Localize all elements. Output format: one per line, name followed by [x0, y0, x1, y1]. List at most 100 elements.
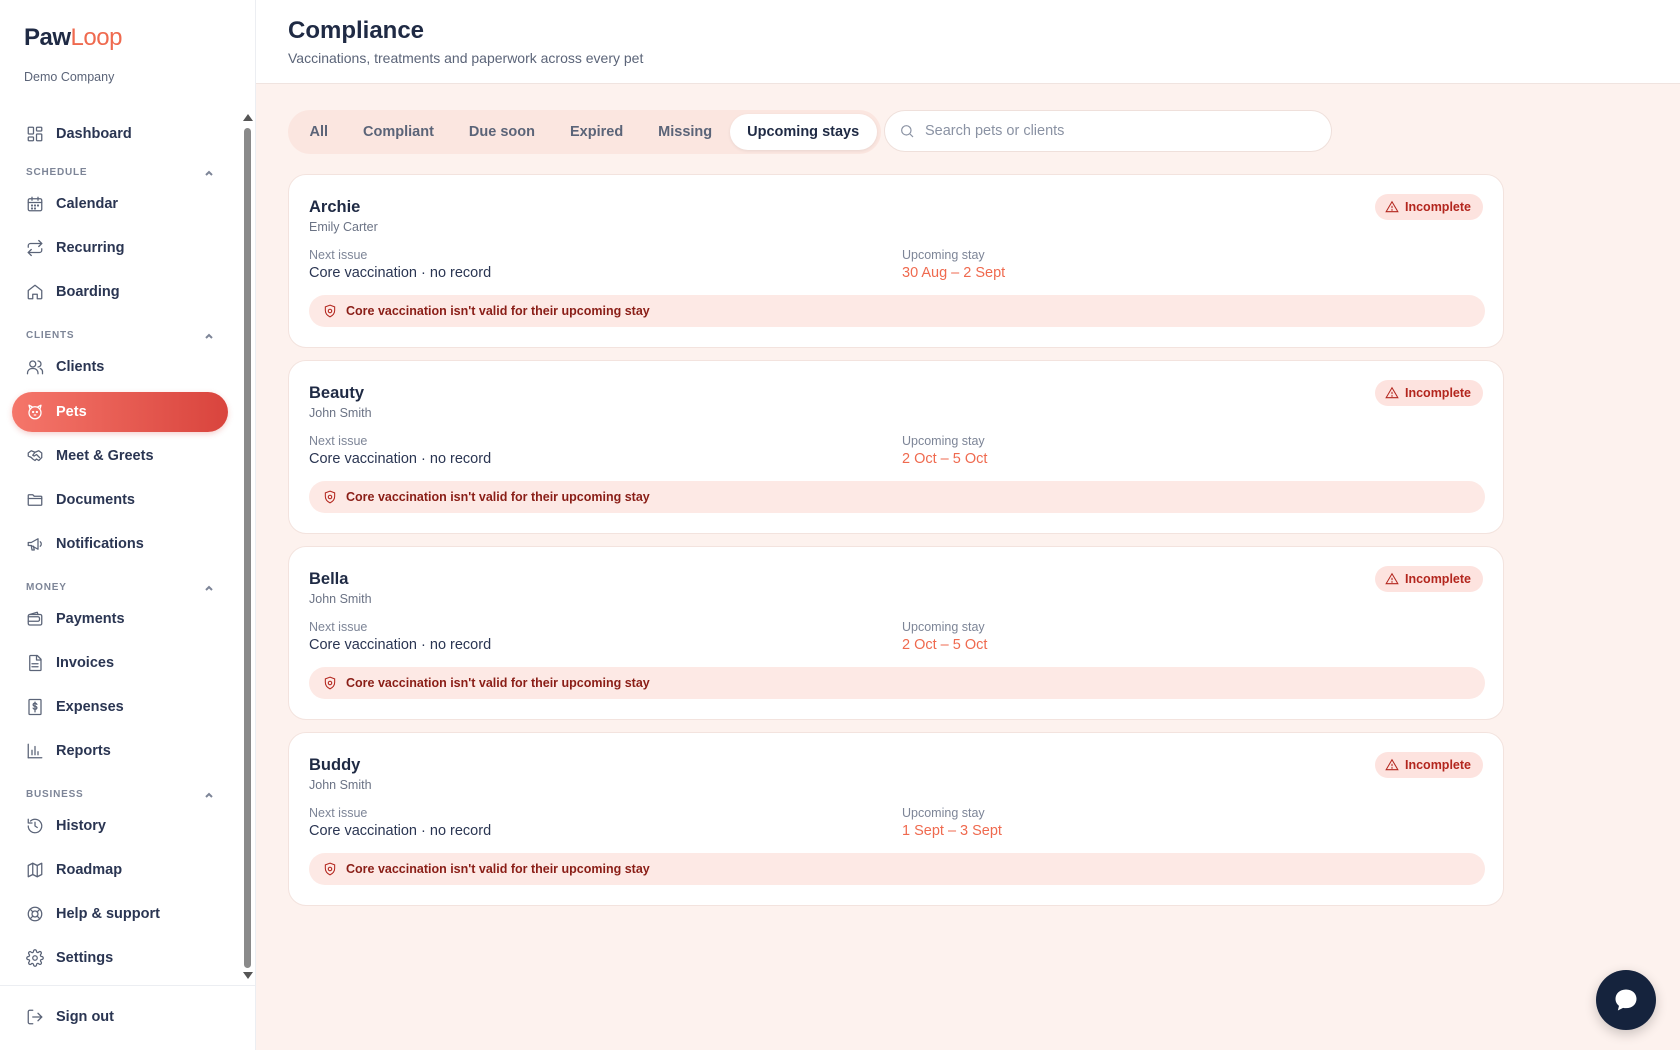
shield-icon	[324, 676, 336, 690]
warning-text: Core vaccination isn't valid for their u…	[346, 676, 650, 690]
sidebar-item-payments[interactable]: Payments	[12, 599, 228, 639]
tab-missing[interactable]: Missing	[641, 114, 730, 150]
chevron-up-icon	[204, 583, 214, 593]
warning-banner: Core vaccination isn't valid for their u…	[309, 853, 1485, 885]
sidebar-item-roadmap[interactable]: Roadmap	[12, 850, 228, 890]
sidebar-item-label: Roadmap	[56, 862, 123, 878]
upcoming-stay-value: 2 Oct – 5 Oct	[902, 451, 988, 467]
warning-text: Core vaccination isn't valid for their u…	[346, 304, 650, 318]
next-issue-label: Next issue	[309, 434, 368, 448]
shield-icon	[324, 862, 336, 876]
sidebar-item-notifications[interactable]: Notifications	[12, 524, 228, 564]
sidebar-scrollbar[interactable]	[243, 112, 253, 982]
pet-name[interactable]: Buddy	[309, 756, 360, 775]
megaphone-icon	[26, 535, 44, 553]
search-box[interactable]	[884, 110, 1332, 152]
sidebar-item-meet-greets[interactable]: Meet & Greets	[12, 436, 228, 476]
map-icon	[26, 861, 44, 879]
next-issue-label: Next issue	[309, 620, 368, 634]
warning-text: Core vaccination isn't valid for their u…	[346, 862, 650, 876]
compliance-card[interactable]: Beauty John Smith Incomplete Next issue …	[288, 360, 1504, 534]
sidebar-item-label: Help & support	[56, 906, 160, 922]
sidebar-item-calendar[interactable]: Calendar	[12, 184, 228, 224]
sidebar-item-dashboard[interactable]: Dashboard	[12, 114, 228, 154]
scroll-up-arrow-icon[interactable]	[243, 114, 253, 121]
status-badge: Incomplete	[1375, 566, 1483, 592]
logout-icon	[26, 1008, 44, 1026]
status-label: Incomplete	[1405, 386, 1471, 400]
sidebar-item-documents[interactable]: Documents	[12, 480, 228, 520]
company-name: Demo Company	[24, 70, 115, 84]
tab-expired[interactable]: Expired	[552, 114, 640, 150]
next-issue-value: Core vaccination · no record	[309, 823, 492, 839]
paw-icon	[26, 403, 44, 421]
section-label: BUSINESS	[26, 789, 84, 800]
search-input[interactable]	[925, 123, 1305, 139]
shield-icon	[324, 304, 336, 318]
sidebar-item-label: Pets	[56, 404, 87, 420]
compliance-card[interactable]: Archie Emily Carter Incomplete Next issu…	[288, 174, 1504, 348]
next-issue-value: Core vaccination · no record	[309, 637, 492, 653]
sidebar-item-clients[interactable]: Clients	[12, 347, 228, 387]
sidebar-item-help-support[interactable]: Help & support	[12, 894, 228, 934]
sidebar-item-history[interactable]: History	[12, 806, 228, 846]
sidebar-item-expenses[interactable]: Expenses	[12, 687, 228, 727]
folder-icon	[26, 491, 44, 509]
tab-compliant[interactable]: Compliant	[346, 114, 452, 150]
compliance-card[interactable]: Bella John Smith Incomplete Next issue C…	[288, 546, 1504, 720]
section-label: MONEY	[26, 582, 67, 593]
sidebar-item-label: Payments	[56, 611, 125, 627]
page-subtitle: Vaccinations, treatments and paperwork a…	[288, 50, 644, 66]
chevron-up-icon	[204, 168, 214, 178]
warning-triangle-icon	[1385, 386, 1399, 399]
warning-banner: Core vaccination isn't valid for their u…	[309, 295, 1485, 327]
scroll-thumb[interactable]	[244, 128, 251, 968]
sidebar-item-label: Calendar	[56, 196, 119, 212]
next-issue-value: Core vaccination · no record	[309, 265, 492, 281]
history-icon	[26, 817, 44, 835]
sidebar-item-settings[interactable]: Settings	[12, 938, 228, 978]
tab-upcoming-stays[interactable]: Upcoming stays	[729, 114, 877, 150]
warning-banner: Core vaccination isn't valid for their u…	[309, 667, 1485, 699]
page-header: Compliance Vaccinations, treatments and …	[256, 0, 1680, 84]
upcoming-stay-value: 2 Oct – 5 Oct	[902, 637, 988, 653]
warning-text: Core vaccination isn't valid for their u…	[346, 490, 650, 504]
section-header-business[interactable]: BUSINESS	[26, 789, 214, 800]
divider	[0, 985, 256, 986]
sidebar-item-label: Meet & Greets	[56, 448, 154, 464]
page-title: Compliance	[288, 17, 425, 44]
sidebar-item-recurring[interactable]: Recurring	[12, 228, 228, 268]
sidebar-item-boarding[interactable]: Boarding	[12, 272, 228, 312]
warning-triangle-icon	[1385, 572, 1399, 585]
tab-all[interactable]: All	[292, 114, 346, 150]
sidebar-item-label: Settings	[56, 950, 114, 966]
sidebar-item-reports[interactable]: Reports	[12, 731, 228, 771]
section-header-money[interactable]: MONEY	[26, 582, 214, 593]
search-icon	[901, 125, 914, 138]
repeat-icon	[26, 239, 44, 257]
scroll-down-arrow-icon[interactable]	[243, 972, 253, 979]
sidebar-item-invoices[interactable]: Invoices	[12, 643, 228, 683]
pawloop-logo[interactable]: PawLoop	[24, 22, 122, 54]
pet-name[interactable]: Archie	[309, 198, 360, 217]
pet-name[interactable]: Bella	[309, 570, 348, 589]
upcoming-stay-label: Upcoming stay	[902, 806, 985, 820]
sign-out-label: Sign out	[56, 1009, 114, 1025]
compliance-card[interactable]: Buddy John Smith Incomplete Next issue C…	[288, 732, 1504, 906]
sidebar-item-label: Invoices	[56, 655, 115, 671]
upcoming-stay-value: 1 Sept – 3 Sept	[902, 823, 1002, 839]
sidebar-item-label: Documents	[56, 492, 135, 508]
chat-bubble-icon	[1615, 989, 1637, 1011]
pet-name[interactable]: Beauty	[309, 384, 364, 403]
section-header-schedule[interactable]: SCHEDULE	[26, 167, 214, 178]
lifebuoy-icon	[26, 905, 44, 923]
tab-due-soon[interactable]: Due soon	[451, 114, 552, 150]
sidebar-item-label: History	[56, 818, 106, 834]
sidebar-item-label: Expenses	[56, 699, 124, 715]
sign-out-button[interactable]: Sign out	[12, 997, 228, 1037]
owner-name: John Smith	[309, 592, 372, 606]
section-header-clients[interactable]: CLIENTS	[26, 330, 214, 341]
sidebar-item-pets[interactable]: Pets	[12, 392, 228, 432]
chat-button[interactable]	[1596, 970, 1656, 1030]
sidebar: PawLoop Demo Company Dashboard SCHEDULE …	[0, 0, 256, 1050]
